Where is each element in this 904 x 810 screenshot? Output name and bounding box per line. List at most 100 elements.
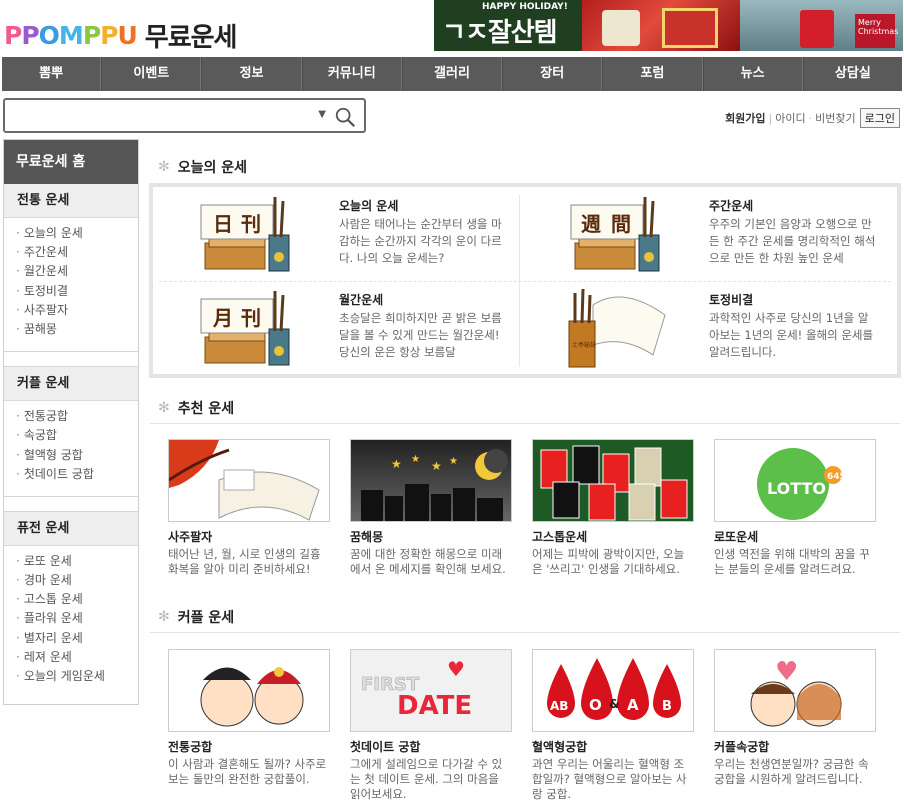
sidebar-section-title: 커플 운세 (4, 367, 138, 402)
sidebar-item[interactable]: 사주팔자 (16, 301, 138, 320)
sidebar-item[interactable]: 플라워 운세 (16, 609, 138, 628)
login-button[interactable]: 로그인 (859, 108, 900, 128)
sidebar-item[interactable]: 로또 운세 (16, 552, 138, 571)
sidebar-item[interactable]: 오늘의 게임운세 (16, 667, 138, 686)
card-title[interactable]: 고스톱운세 (532, 528, 694, 545)
lotto-thumbnail[interactable]: LOTTO 645 (714, 439, 876, 522)
sidebar-item[interactable]: 경마 운세 (16, 571, 138, 590)
card-couple-inner[interactable]: ♥ 커플속궁합 우리는 천생연분일까? 궁금한 속궁합을 시원하게 알려드립니다… (714, 649, 876, 802)
banner-gift-image[interactable] (582, 0, 740, 51)
join-link[interactable]: 회원가입 (725, 110, 765, 126)
card-lotto[interactable]: LOTTO 645 로또운세 인생 역전을 위해 대박의 꿈을 꾸는 분들의 운… (714, 439, 876, 577)
asterisk-icon: ✻ (158, 400, 170, 416)
header: PPOMPPU 무료운세 HAPPY HOLIDAY! ㄱㅈ잘산템 Merry … (0, 0, 904, 58)
main-nav: 뽐뿌 이벤트 정보 커뮤니티 갤러리 장터 포럼 뉴스 상담실 (2, 57, 902, 91)
card-title[interactable]: 혈액형궁합 (532, 738, 694, 755)
sidebar-item[interactable]: 혈액형 궁합 (16, 446, 138, 465)
card-title[interactable]: 로또운세 (714, 528, 876, 545)
nav-item-market[interactable]: 장터 (502, 57, 603, 91)
sidebar-item[interactable]: 첫데이트 궁합 (16, 465, 138, 484)
nav-item-event[interactable]: 이벤트 (101, 57, 202, 91)
lotto-number: 645 (827, 472, 846, 482)
today-item-desc: 우주의 기본인 음양과 오행으로 만든 한 주간 운세를 명리학적인 해석으로 … (709, 217, 876, 265)
nav-item-counsel[interactable]: 상담실 (802, 57, 902, 91)
sidebar-item[interactable]: 레져 운세 (16, 648, 138, 667)
nav-item-forum[interactable]: 포럼 (602, 57, 703, 91)
banner-small-text: HAPPY HOLIDAY! (482, 2, 568, 12)
hanja-text: 間 (611, 212, 631, 236)
card-dream[interactable]: ★ ★ ★ ★ 꿈해몽 꿈에 대한 정확한 해몽으로 미래에서 온 메세지를 확… (350, 439, 512, 577)
couple-inner-thumbnail[interactable]: ♥ (714, 649, 876, 732)
today-item-daily[interactable]: 日 刊 오늘의 운세 사람은 태어나는 순간부터 생을 마감하는 순간까지 각각… (153, 187, 523, 280)
nav-item-gallery[interactable]: 갤러리 (401, 57, 503, 91)
sidebar-item[interactable]: 고스톱 운세 (16, 590, 138, 609)
sidebar-item[interactable]: 월간운세 (16, 262, 138, 281)
card-desc: 인생 역전을 위해 대박의 꿈을 꾸는 분들의 운세를 알려드려요. (714, 547, 870, 576)
svg-text:★: ★ (411, 454, 420, 465)
traditional-couple-image (200, 667, 304, 727)
ppomppu-logo[interactable]: PPOMPPU (4, 20, 138, 50)
sidebar-item[interactable]: 전통궁합 (16, 407, 138, 426)
banner-side-text: Merry Christmas (858, 18, 899, 36)
blood-label: AB (550, 699, 568, 713)
pw-find-link[interactable]: 비번찾기 (815, 110, 855, 126)
sidebar-item[interactable]: 주간운세 (16, 243, 138, 262)
search-icon[interactable] (334, 106, 356, 128)
card-blood-type[interactable]: AB O & A B 혈액형궁합 과연 우리는 어울리는 혈액형 조합일까? 혈… (532, 649, 694, 802)
logo-letter: M (58, 20, 84, 50)
search-input[interactable] (9, 100, 299, 130)
card-traditional-match[interactable]: 전통궁합 이 사람과 결혼해도 될까? 사주로 보는 둘만의 완전한 궁합풀이. (168, 649, 330, 802)
sidebar: 무료운세 홈 전통 운세 오늘의 운세 주간운세 월간운세 토정비결 사주팔자 … (3, 139, 139, 705)
divider (150, 423, 900, 424)
today-item-weekly[interactable]: 週 間 주간운세 우주의 기본인 음양과 오행으로 만든 한 주간 운세를 명리… (523, 187, 893, 280)
gostop-thumbnail[interactable] (532, 439, 694, 522)
card-title[interactable]: 전통궁합 (168, 738, 330, 755)
today-item-tojeong[interactable]: 土亭秘訣 토정비결 과학적인 사주로 당신의 1년을 알아보는 1년의 운세! … (523, 281, 893, 374)
svg-text:♥: ♥ (447, 657, 465, 681)
logo-letter: P (82, 20, 101, 50)
daily-fortune-icon: 日 刊 (200, 197, 290, 272)
nav-item-news[interactable]: 뉴스 (702, 57, 803, 91)
lotto-text: LOTTO (767, 479, 826, 498)
blood-label: B (662, 699, 672, 714)
card-title[interactable]: 첫데이트 궁합 (350, 738, 512, 755)
today-item-desc: 과학적인 사주로 당신의 1년을 알아보는 1년의 운세! 올해의 운세를 알려… (709, 311, 874, 359)
sidebar-item[interactable]: 꿈해몽 (16, 320, 138, 339)
card-title[interactable]: 커플속궁합 (714, 738, 876, 755)
traditional-match-thumbnail[interactable] (168, 649, 330, 732)
gift-box-icon (662, 8, 718, 48)
ad-banner[interactable]: HAPPY HOLIDAY! ㄱㅈ잘산템 Merry Christmas (434, 0, 903, 51)
sidebar-home[interactable]: 무료운세 홈 (4, 140, 138, 184)
card-desc: 어제는 피박에 광박이지만, 오늘은 '쓰리고' 인생을 기대하세요. (532, 547, 685, 576)
card-title[interactable]: 꿈해몽 (350, 528, 512, 545)
sidebar-item[interactable]: 오늘의 운세 (16, 224, 138, 243)
mug-icon (602, 10, 640, 46)
hanja-text: 土亭秘訣 (572, 341, 596, 349)
card-first-date[interactable]: FIRST DATE ♥ 첫데이트 궁합 그에게 설레임으로 다가갈 수 있는 … (350, 649, 512, 802)
first-date-thumbnail[interactable]: FIRST DATE ♥ (350, 649, 512, 732)
saju-thumbnail[interactable] (168, 439, 330, 522)
id-find-link[interactable]: 아이디 (775, 110, 805, 126)
nav-item-info[interactable]: 정보 (201, 57, 302, 91)
card-title[interactable]: 사주팔자 (168, 528, 330, 545)
nav-item-ppomppu[interactable]: 뽐뿌 (2, 57, 102, 91)
couple-inner-image: ♥ (750, 657, 842, 727)
chevron-down-icon[interactable]: ▼ (318, 109, 326, 120)
sidebar-item[interactable]: 별자리 운세 (16, 629, 138, 648)
sidebar-item[interactable]: 속궁합 (16, 426, 138, 445)
couple-cards: 전통궁합 이 사람과 결혼해도 될까? 사주로 보는 둘만의 완전한 궁합풀이.… (168, 649, 896, 802)
divider: | (768, 111, 773, 125)
dream-thumbnail[interactable]: ★ ★ ★ ★ (350, 439, 512, 522)
section-title-text: 오늘의 운세 (177, 160, 248, 176)
card-gostop[interactable]: 고스톱운세 어제는 피박에 광박이지만, 오늘은 '쓰리고' 인생을 기대하세요… (532, 439, 694, 577)
banner-cup-image[interactable]: Merry Christmas (740, 0, 903, 51)
logo[interactable]: PPOMPPU 무료운세 (4, 18, 237, 53)
sidebar-section-title: 퓨전 운세 (4, 511, 138, 546)
blood-label: O (589, 696, 602, 714)
banner-green-panel[interactable]: HAPPY HOLIDAY! ㄱㅈ잘산템 (434, 0, 582, 51)
blood-type-thumbnail[interactable]: AB O & A B (532, 649, 694, 732)
nav-item-community[interactable]: 커뮤니티 (301, 57, 402, 91)
sidebar-item[interactable]: 토정비결 (16, 282, 138, 301)
today-item-monthly[interactable]: 月 刊 월간운세 초승달은 희미하지만 곧 밝은 보름달을 볼 수 있게 만드는… (153, 281, 523, 374)
card-saju[interactable]: 사주팔자 태어난 년, 월, 시로 인생의 길흉화복을 알아 미리 준비하세요! (168, 439, 330, 577)
